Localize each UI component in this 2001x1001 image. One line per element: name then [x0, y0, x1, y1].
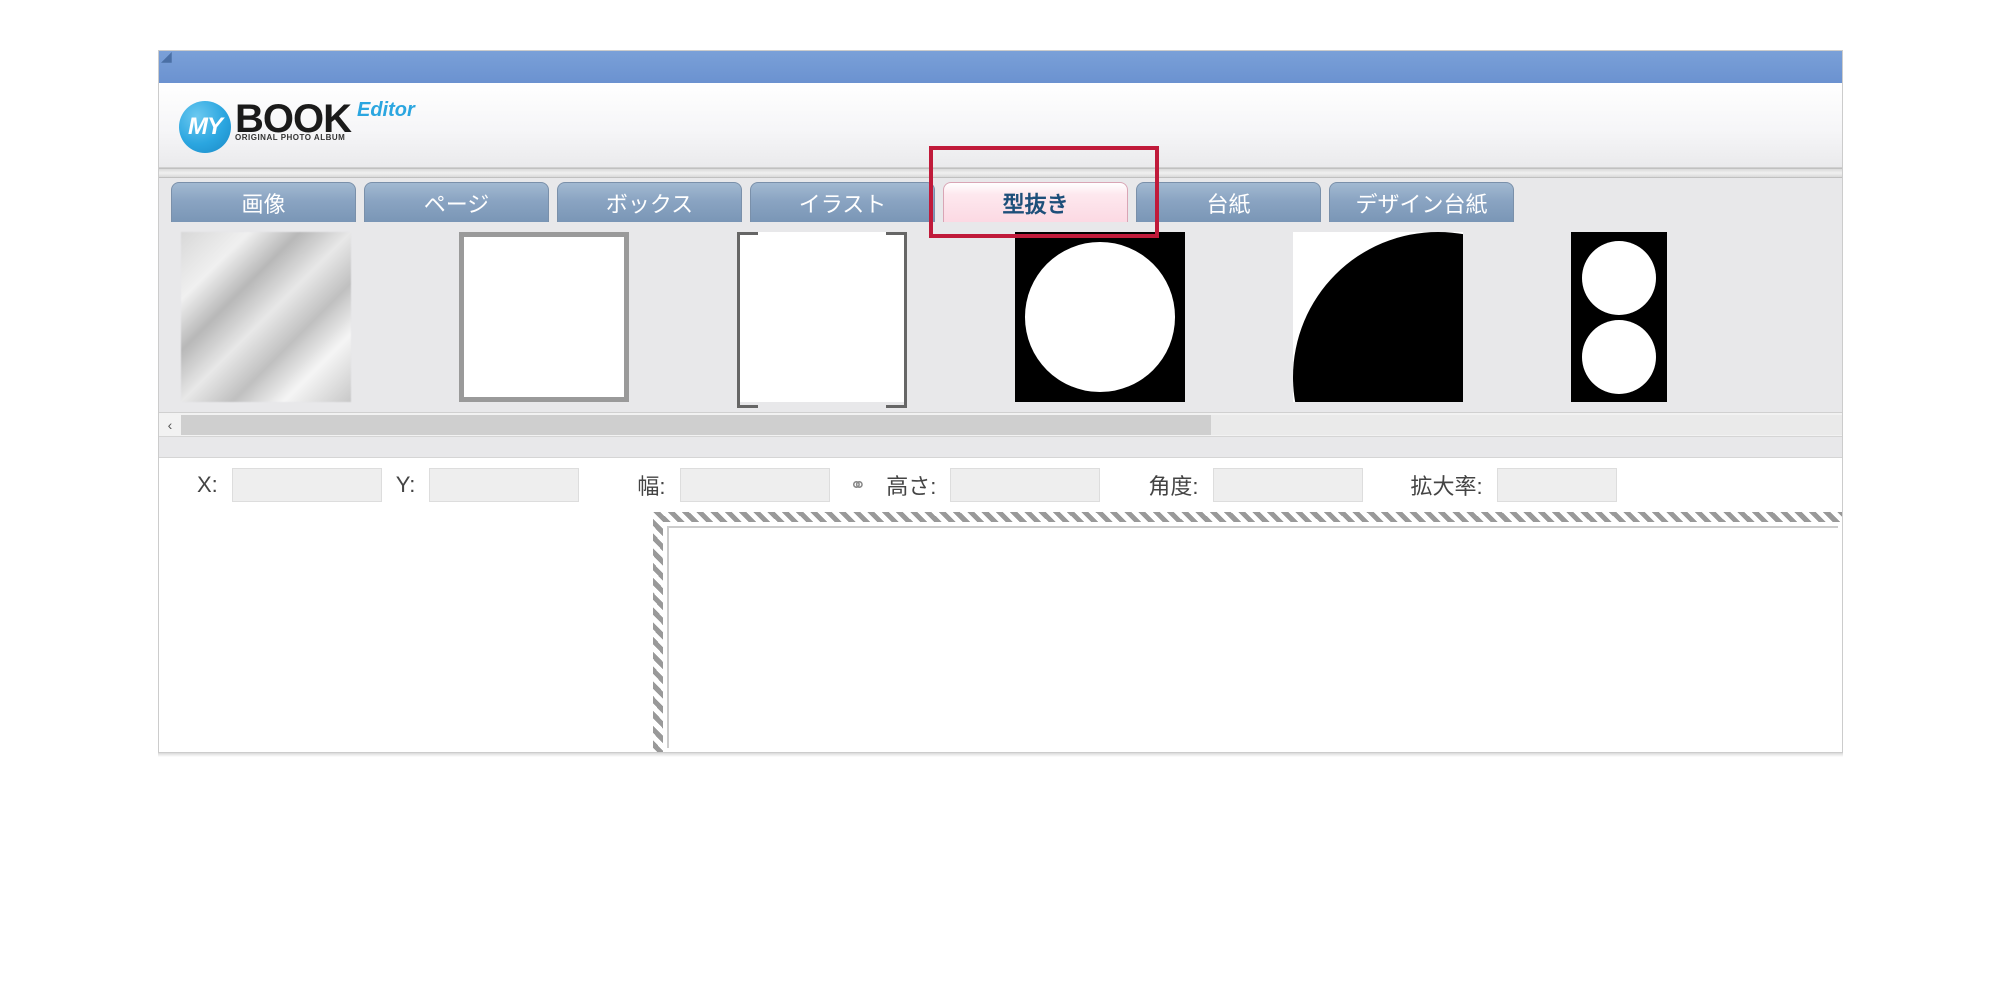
- height-input[interactable]: [950, 468, 1100, 502]
- tab-design-backing[interactable]: デザイン台紙: [1329, 182, 1514, 222]
- tab-page[interactable]: ページ: [364, 182, 549, 222]
- logo-subtext: ORIGINAL PHOTO ALBUM: [235, 133, 415, 142]
- width-label: 幅:: [637, 469, 665, 501]
- width-input[interactable]: [680, 468, 830, 502]
- circle-shape: [1582, 241, 1656, 315]
- angle-label: 角度:: [1148, 469, 1198, 501]
- thumbnail-square-frame[interactable]: [459, 232, 629, 402]
- tab-diecut[interactable]: 型抜き: [943, 182, 1128, 222]
- tabs-row: 画像 ページ ボックス イラスト 型抜き 台紙 デザイン台紙: [159, 178, 1842, 222]
- canvas-area[interactable]: [159, 512, 1842, 752]
- header: MY BOOK Editor ORIGINAL PHOTO ALBUM: [159, 83, 1842, 168]
- tab-label: イラスト: [799, 187, 887, 219]
- y-label: Y:: [396, 472, 416, 498]
- tab-label: デザイン台紙: [1355, 187, 1487, 219]
- canvas-page[interactable]: [653, 512, 1842, 752]
- header-separator: [159, 168, 1842, 178]
- tab-label: 画像: [241, 187, 285, 219]
- logo-editor-text: Editor: [357, 99, 415, 122]
- tab-label: ボックス: [606, 187, 693, 219]
- scroll-thumb[interactable]: [181, 415, 1211, 435]
- bottom-shadow: [158, 753, 1843, 757]
- section-gap: [159, 436, 1842, 458]
- logo-book-text: BOOK: [235, 101, 351, 137]
- scroll-left-button[interactable]: ‹: [159, 413, 181, 437]
- tab-label: 台紙: [1206, 187, 1250, 219]
- logo-my-badge: MY: [179, 101, 231, 153]
- tab-label: ページ: [424, 187, 490, 219]
- thumbnail-circle-mask[interactable]: [1015, 232, 1185, 402]
- thumbnails-row: [159, 222, 1842, 412]
- tab-illustration[interactable]: イラスト: [750, 182, 935, 222]
- scale-label: 拡大率:: [1411, 469, 1483, 501]
- x-label: X:: [197, 472, 218, 498]
- thumbnail-cloud-texture[interactable]: [181, 232, 351, 402]
- link-icon[interactable]: ⚭: [844, 473, 873, 498]
- thumbnail-scrollbar: ‹: [159, 412, 1842, 436]
- window-titlebar: ◢: [159, 51, 1842, 83]
- tab-image[interactable]: 画像: [171, 182, 356, 222]
- properties-bar: X: Y: 幅: ⚭ 高さ: 角度: 拡大率:: [159, 458, 1842, 512]
- tab-label: 型抜き: [1002, 187, 1068, 219]
- tab-backing[interactable]: 台紙: [1136, 182, 1321, 222]
- thumbnail-curve-mask[interactable]: [1293, 232, 1463, 402]
- tab-box[interactable]: ボックス: [557, 182, 742, 222]
- scale-input[interactable]: [1497, 468, 1617, 502]
- scroll-track[interactable]: [181, 415, 1842, 435]
- thumbnail-bracket-frame[interactable]: [737, 232, 907, 402]
- circle-shape: [1582, 320, 1656, 394]
- x-input[interactable]: [232, 468, 382, 502]
- y-input[interactable]: [429, 468, 579, 502]
- thumbnail-two-circles-mask[interactable]: [1571, 232, 1667, 402]
- angle-input[interactable]: [1213, 468, 1363, 502]
- titlebar-corner-icon: ◢: [161, 48, 172, 65]
- canvas-page-inner: [667, 526, 1838, 748]
- app-window: ◢ MY BOOK Editor ORIGINAL PHOTO ALBUM 画像…: [158, 50, 1843, 753]
- height-label: 高さ:: [886, 469, 936, 501]
- app-logo: MY BOOK Editor ORIGINAL PHOTO ALBUM: [179, 101, 1822, 153]
